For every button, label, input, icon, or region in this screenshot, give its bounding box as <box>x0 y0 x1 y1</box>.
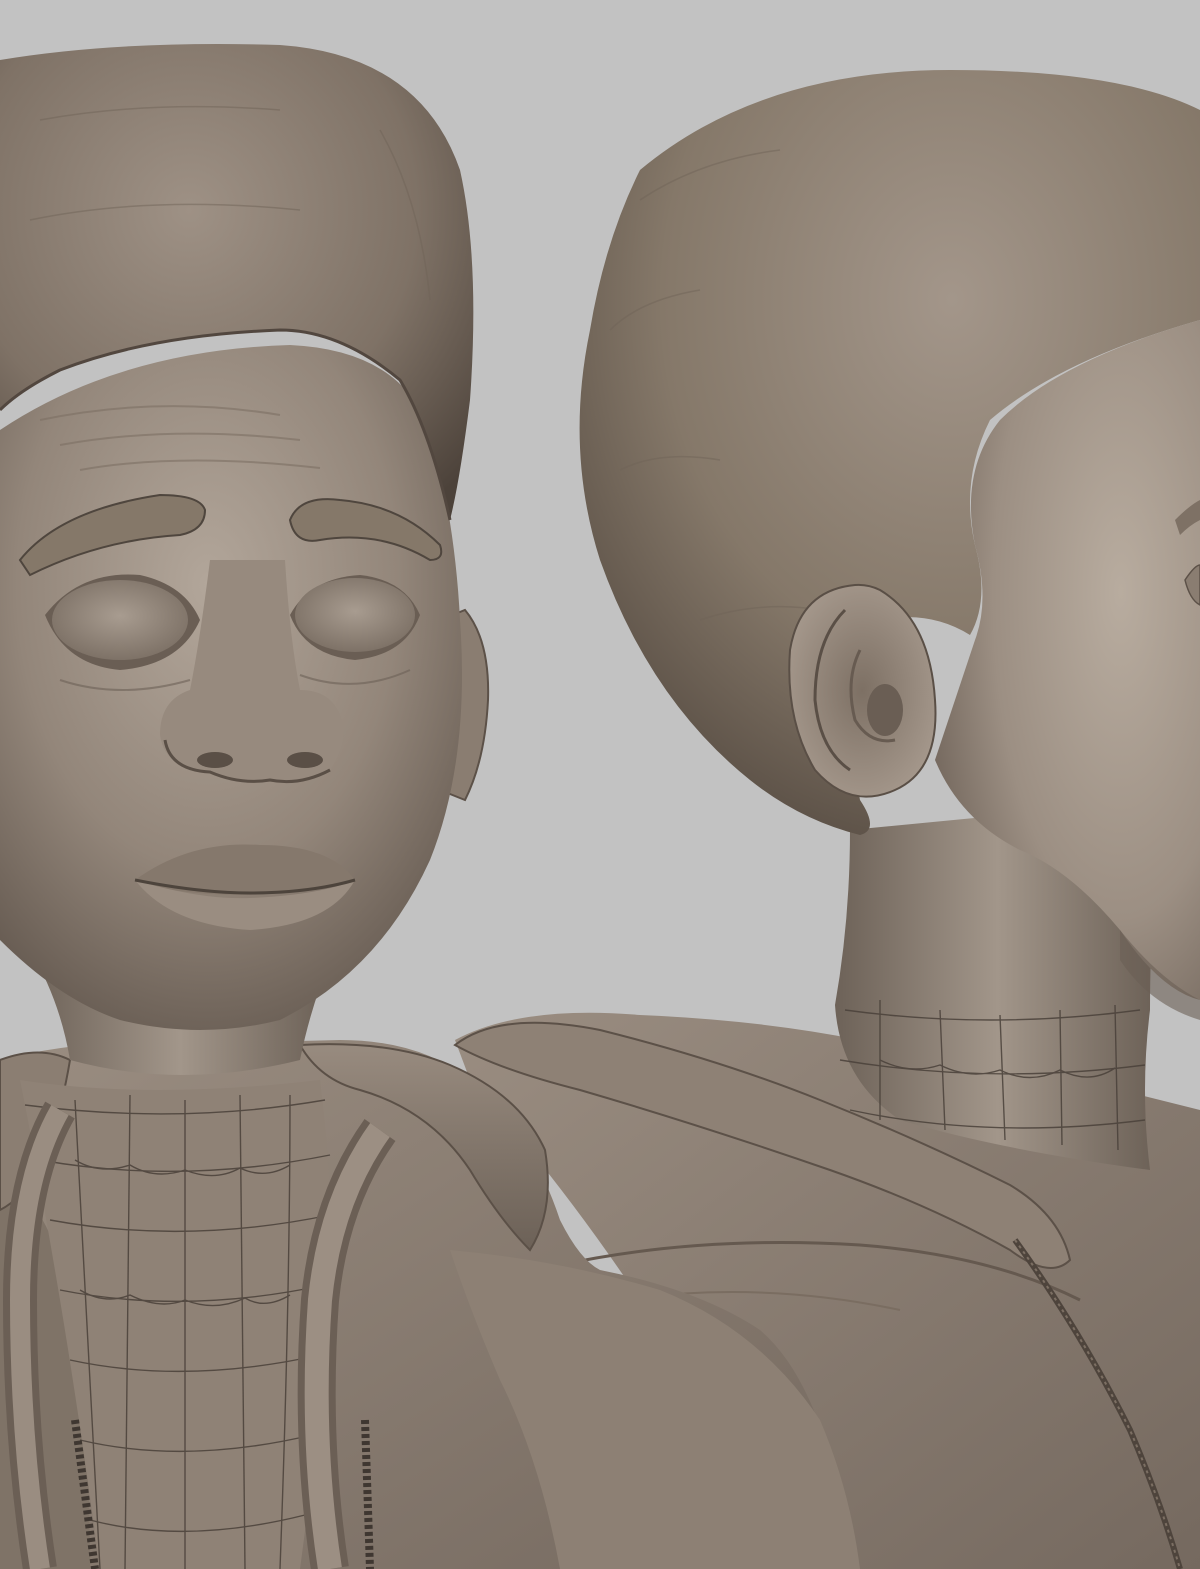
clay-render-image <box>0 0 1200 1569</box>
render-viewport <box>0 0 1200 1569</box>
